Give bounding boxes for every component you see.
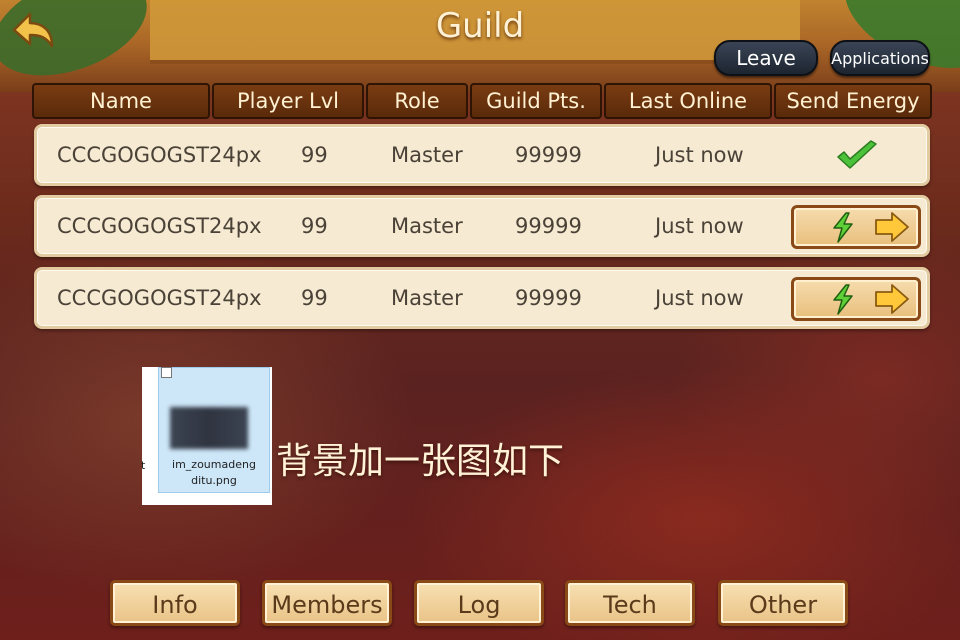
table-header: Name Player Lvl Role Guild Pts. Last Onl… [32, 83, 932, 121]
column-header-name: Name [32, 83, 210, 119]
checkbox-icon [161, 367, 172, 378]
tab-info[interactable]: Info [110, 580, 240, 626]
column-header-guild-pts: Guild Pts. [470, 83, 602, 119]
member-name: CCCGOGOGST24px [57, 214, 262, 238]
arrow-right-icon [875, 284, 909, 314]
applications-button[interactable]: Applications [830, 40, 930, 76]
leave-button[interactable]: Leave [714, 40, 818, 76]
member-role: Master [391, 143, 463, 167]
column-header-send-energy: Send Energy [774, 83, 932, 119]
member-level: 99 [301, 143, 328, 167]
checkmark-icon [837, 140, 877, 169]
tab-tech[interactable]: Tech [565, 580, 695, 626]
image-preview [170, 407, 248, 449]
file-name: im_zoumadeng ditu.png [158, 457, 270, 489]
member-last-online: Just now [655, 286, 744, 310]
member-level: 99 [301, 286, 328, 310]
member-guild-points: 99999 [515, 214, 582, 238]
table-row: CCCGOGOGST24px 99 Master 99999 Just now [34, 195, 930, 257]
member-role: Master [391, 214, 463, 238]
lightning-icon [833, 284, 853, 315]
tab-members[interactable]: Members [262, 580, 392, 626]
member-last-online: Just now [655, 214, 744, 238]
lightning-icon [833, 212, 853, 243]
filename-fragment: t [141, 459, 146, 472]
tab-other[interactable]: Other [718, 580, 848, 626]
column-header-role: Role [366, 83, 468, 119]
column-header-last-online: Last Online [604, 83, 772, 119]
table-row: CCCGOGOGST24px 99 Master 99999 Just now [34, 124, 930, 186]
member-role: Master [391, 286, 463, 310]
tab-log[interactable]: Log [414, 580, 544, 626]
member-last-online: Just now [655, 143, 744, 167]
file-name-line-1: im_zoumadeng [172, 458, 256, 471]
page-title: Guild [435, 6, 525, 46]
send-energy-button[interactable] [791, 205, 921, 249]
member-name: CCCGOGOGST24px [57, 143, 262, 167]
annotation-note: 背景加一张图如下 [276, 441, 565, 482]
file-thumbnail-overlay: t im_zoumadeng ditu.png [141, 367, 272, 505]
member-guild-points: 99999 [515, 143, 582, 167]
file-name-line-2: ditu.png [191, 474, 237, 487]
member-name: CCCGOGOGST24px [57, 286, 262, 310]
member-guild-points: 99999 [515, 286, 582, 310]
member-level: 99 [301, 214, 328, 238]
send-energy-button[interactable] [791, 277, 921, 321]
column-header-player-lvl: Player Lvl [212, 83, 364, 119]
arrow-right-icon [875, 212, 909, 242]
table-row: CCCGOGOGST24px 99 Master 99999 Just now [34, 267, 930, 329]
